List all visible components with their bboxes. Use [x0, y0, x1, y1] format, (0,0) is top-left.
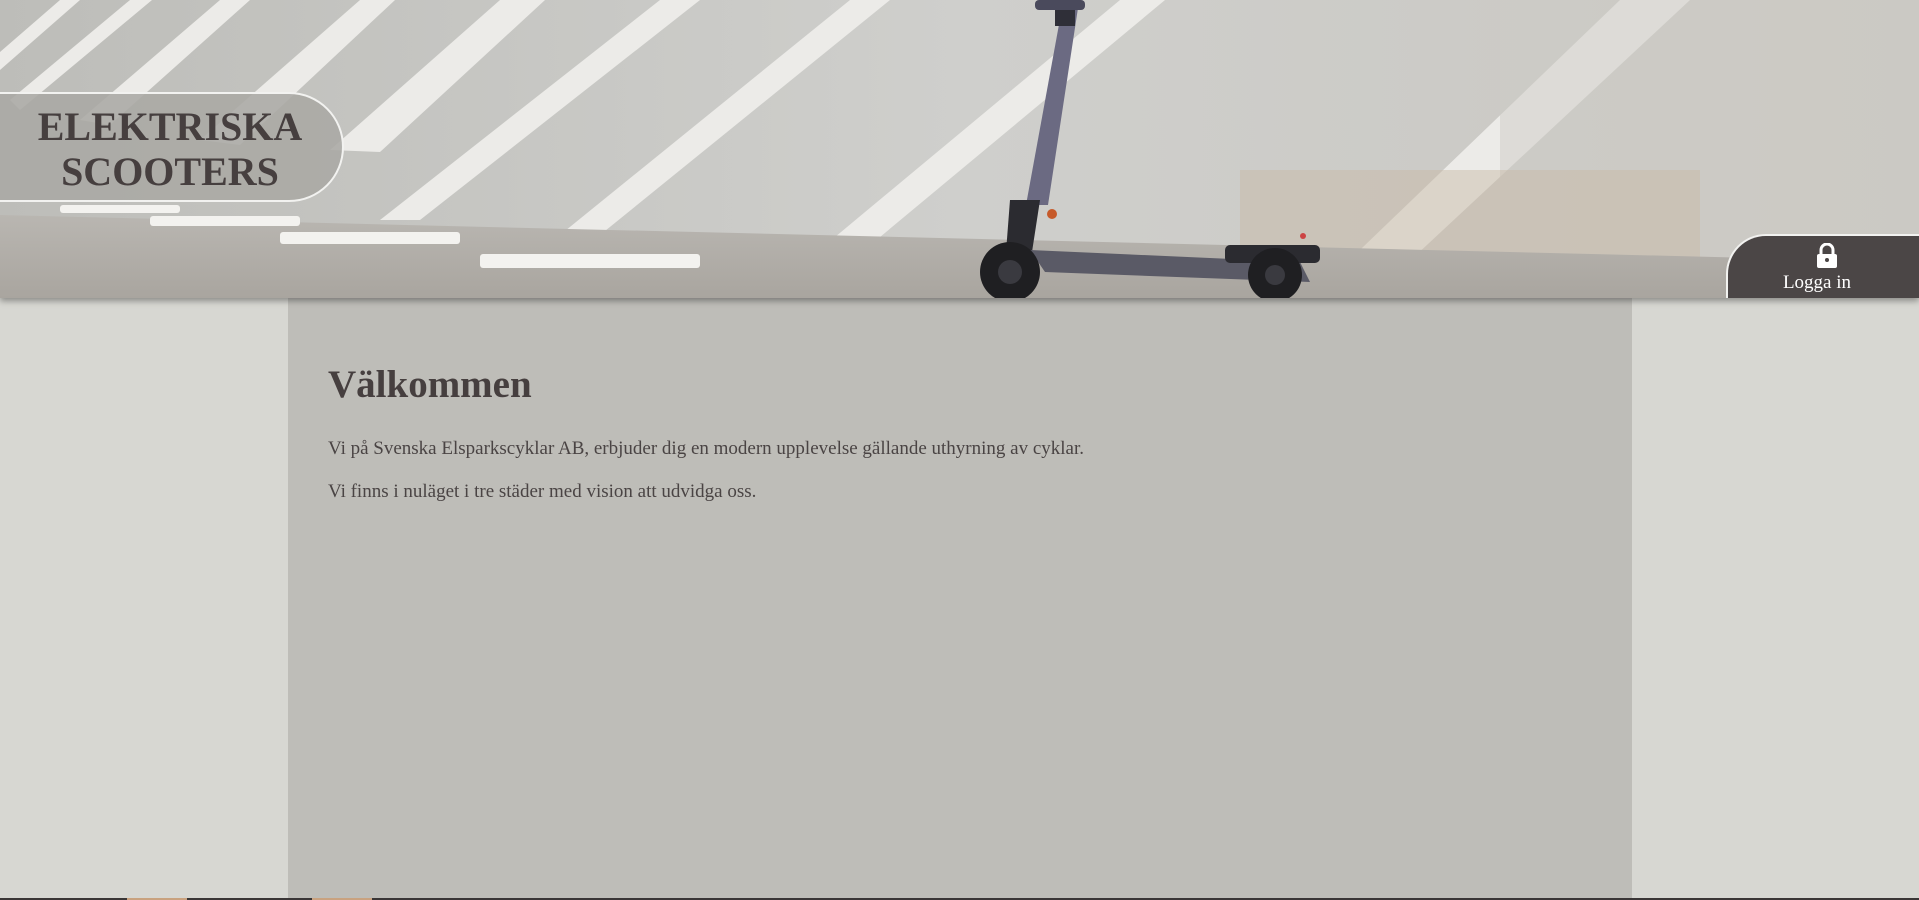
login-button[interactable]: Logga in: [1726, 234, 1919, 298]
site-logo[interactable]: ELEKTRISKA SCOOTERS: [0, 92, 344, 202]
logo-line-1: ELEKTRISKA: [37, 104, 303, 149]
cities-paragraph: Vi finns i nuläget i tre städer med visi…: [328, 481, 757, 502]
lock-icon: [1817, 242, 1837, 268]
main-content: Välkommen Vi på Svenska Elsparkscyklar A…: [288, 298, 1632, 900]
login-label: Logga in: [1782, 272, 1852, 293]
logo-line-2: SCOOTERS: [61, 149, 279, 194]
intro-paragraph: Vi på Svenska Elsparkscyklar AB, erbjude…: [328, 438, 1085, 459]
site-header: ELEKTRISKA SCOOTERS Logga in: [0, 0, 1919, 298]
page-title: Välkommen: [328, 363, 532, 406]
